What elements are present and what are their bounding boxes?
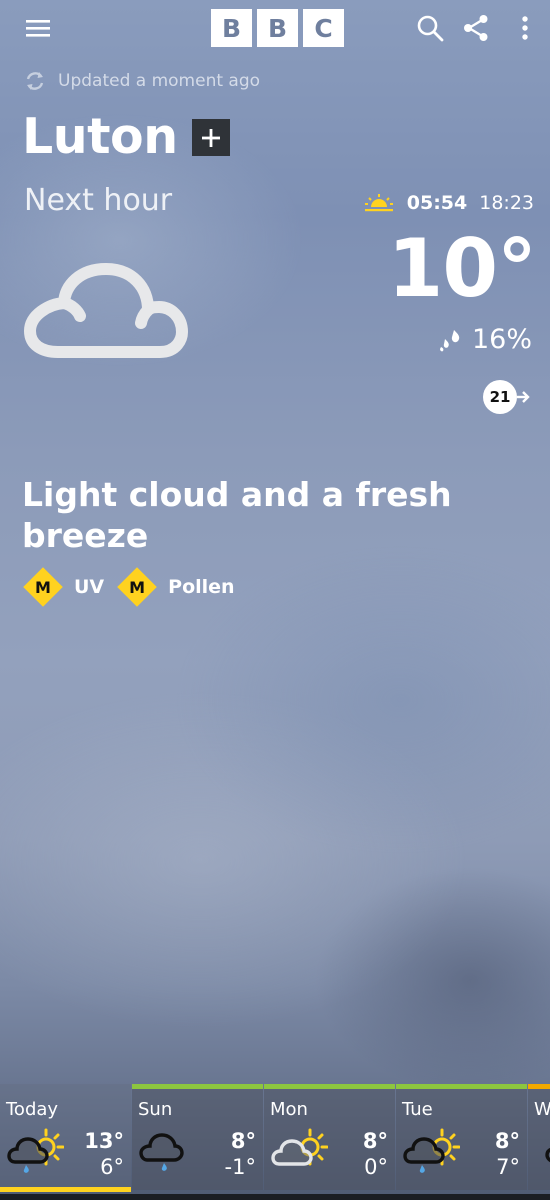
- share-button[interactable]: [458, 10, 494, 46]
- bbc-logo-letter: B: [257, 9, 298, 47]
- sunny-intervals-light-rain-icon: [403, 1128, 460, 1173]
- sunny-intervals-icon: [271, 1128, 328, 1166]
- light-rain-icon: [139, 1133, 184, 1171]
- forecast-low: 7°: [496, 1155, 520, 1179]
- bbc-logo[interactable]: B B C: [211, 9, 344, 47]
- forecast-day-name: Today: [6, 1099, 59, 1120]
- forecast-day-mon[interactable]: Mon 8° 0°: [264, 1084, 395, 1190]
- uv-level-diamond: M: [22, 566, 64, 608]
- forecast-high: 8°: [230, 1129, 256, 1153]
- pollen-badge[interactable]: M Pollen: [116, 566, 234, 608]
- wind-direction-arrow-icon: [517, 391, 530, 403]
- forecast-day-name: Mon: [270, 1099, 308, 1120]
- forecast-day-name: Sun: [138, 1099, 173, 1120]
- forecast-low: 0°: [364, 1155, 388, 1179]
- uv-level: M: [35, 577, 51, 597]
- forecast-day-tue[interactable]: Tue 8° 7°: [396, 1084, 527, 1190]
- pollen-level-diamond: M: [116, 566, 158, 608]
- more-vertical-icon: [522, 16, 528, 40]
- forecast-high: 8°: [494, 1129, 520, 1153]
- forecast-high: 8°: [362, 1129, 388, 1153]
- forecast-low: 6°: [100, 1155, 124, 1179]
- pollen-label: Pollen: [168, 576, 235, 598]
- uv-label: UV: [74, 576, 105, 598]
- forecast-high: 13°: [84, 1129, 124, 1153]
- wind-speed: 21: [483, 380, 517, 414]
- forecast-day-wed[interactable]: We: [528, 1084, 550, 1190]
- uv-badge[interactable]: M UV: [22, 566, 104, 608]
- add-location-button[interactable]: [192, 119, 230, 156]
- updated-text: Updated a moment ago: [58, 71, 261, 91]
- bbc-logo-letter: C: [303, 9, 344, 47]
- forecast-day-name: We: [534, 1099, 550, 1120]
- forecast-day-today[interactable]: Today 13° 6°: [0, 1084, 131, 1192]
- sunrise-icon: [364, 194, 393, 212]
- share-icon: [464, 15, 488, 41]
- sunny-intervals-light-rain-icon: [7, 1128, 64, 1173]
- raindrops-icon: [439, 329, 460, 351]
- menu-button[interactable]: [20, 10, 56, 46]
- sunset-time: 18:23: [479, 192, 534, 214]
- location-name: Luton: [22, 108, 178, 165]
- cloud-icon: [545, 1148, 550, 1163]
- daily-forecast-strip: Today 13° 6° Sun 8° -1° Mon 8° 0° Tue 8°…: [0, 1084, 550, 1200]
- forecast-low: -1°: [224, 1155, 256, 1179]
- search-icon: [417, 15, 444, 42]
- wind-indicator: 21: [483, 380, 531, 414]
- forecast-period-label: Next hour: [24, 183, 173, 218]
- more-options-button[interactable]: [510, 10, 540, 46]
- plus-icon: [202, 128, 220, 147]
- forecast-day-sun[interactable]: Sun 8° -1°: [132, 1084, 263, 1190]
- light-cloud-icon: [24, 263, 188, 358]
- sunrise-time: 05:54: [406, 192, 468, 214]
- precipitation-chance: 16%: [471, 324, 532, 355]
- search-button[interactable]: [412, 10, 448, 46]
- environmental-badges: M UV M Pollen: [22, 566, 247, 608]
- weather-summary: Light cloud and a fresh breeze: [22, 475, 452, 555]
- sun-times: 05:54 18:23: [363, 192, 534, 214]
- refresh-icon[interactable]: [24, 70, 46, 92]
- navigation-bar-edge: [0, 1194, 550, 1200]
- bbc-logo-letter: B: [211, 9, 252, 47]
- forecast-day-name: Tue: [402, 1099, 433, 1120]
- hamburger-menu-icon: [26, 20, 50, 37]
- precipitation: 16%: [438, 324, 532, 355]
- current-temperature: 10°: [387, 222, 537, 315]
- pollen-level: M: [129, 577, 146, 597]
- update-status: Updated a moment ago: [24, 70, 260, 92]
